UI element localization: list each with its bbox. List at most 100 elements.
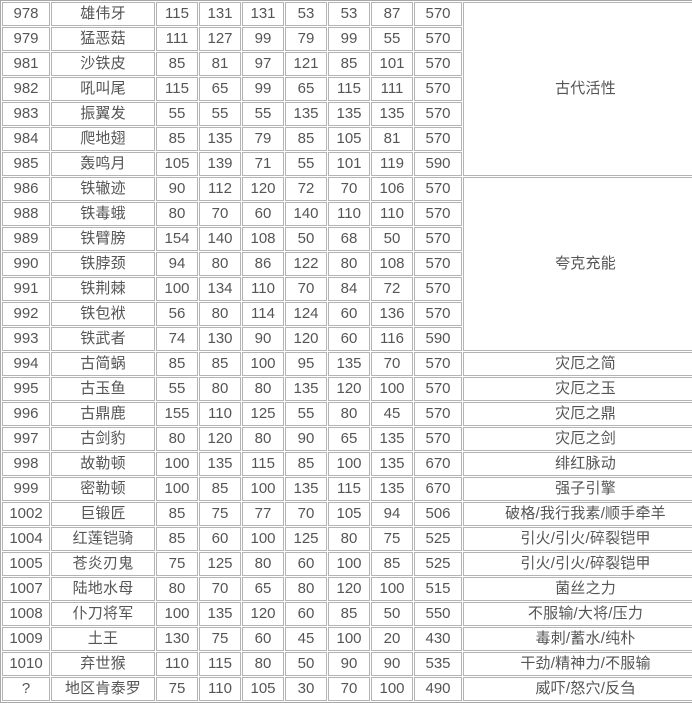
ability-cell: 威吓/怒穴/反刍 <box>463 677 692 701</box>
pokemon-number-cell: 1010 <box>2 652 50 676</box>
table-row: 995 古玉鱼 55 80 80 135 120 100 570 灾厄之玉 <box>2 377 692 401</box>
stat-total-cell: 490 <box>414 677 462 701</box>
stat-cell-defense: 100 <box>242 527 284 551</box>
table-row: 978 雄伟牙 115 131 131 53 53 87 570 古代活性 <box>2 2 692 176</box>
stat-cell-speed: 20 <box>371 627 413 651</box>
stat-cell-hp: 85 <box>156 352 198 376</box>
stat-cell-speed: 111 <box>371 77 413 101</box>
stat-cell-speed: 81 <box>371 127 413 151</box>
stat-cell-sp_defense: 53 <box>328 2 370 26</box>
stat-total-cell: 550 <box>414 602 462 626</box>
stat-total-cell: 570 <box>414 127 462 151</box>
stat-cell-sp_attack: 70 <box>285 502 327 526</box>
stat-total-cell: 570 <box>414 227 462 251</box>
pokemon-number-cell: 1004 <box>2 527 50 551</box>
pokemon-name-cell: 古简蜗 <box>51 352 155 376</box>
stat-cell-attack: 135 <box>199 127 241 151</box>
pokemon-name-cell: 故勒顿 <box>51 452 155 476</box>
stat-cell-sp_defense: 70 <box>328 677 370 701</box>
stat-cell-attack: 70 <box>199 202 241 226</box>
stat-cell-defense: 99 <box>242 27 284 51</box>
ability-cell: 灾厄之玉 <box>463 377 692 401</box>
ability-cell: 引火/引火/碎裂铠甲 <box>463 552 692 576</box>
stat-cell-attack: 60 <box>199 527 241 551</box>
stat-cell-sp_attack: 50 <box>285 227 327 251</box>
pokemon-name-cell: 巨锻匠 <box>51 502 155 526</box>
stat-cell-sp_attack: 80 <box>285 577 327 601</box>
ability-cell: 灾厄之剑 <box>463 427 692 451</box>
stat-total-cell: 590 <box>414 152 462 176</box>
stat-cell-attack: 110 <box>199 677 241 701</box>
stat-cell-speed: 72 <box>371 277 413 301</box>
stat-cell-sp_attack: 53 <box>285 2 327 26</box>
stat-cell-speed: 135 <box>371 452 413 476</box>
stat-cell-defense: 115 <box>242 452 284 476</box>
pokemon-name-cell: 铁武者 <box>51 327 155 351</box>
stat-cell-speed: 100 <box>371 377 413 401</box>
pokemon-name-cell: 吼叫尾 <box>51 77 155 101</box>
stat-cell-hp: 100 <box>156 602 198 626</box>
stat-cell-speed: 90 <box>371 652 413 676</box>
table-row: 996 古鼎鹿 155 110 125 55 80 45 570 灾厄之鼎 <box>2 402 692 426</box>
stat-cell-attack: 80 <box>199 302 241 326</box>
stat-cell-attack: 139 <box>199 152 241 176</box>
stat-cell-hp: 55 <box>156 102 198 126</box>
stat-total-cell: 670 <box>414 452 462 476</box>
pokemon-name-cell: 陆地水母 <box>51 577 155 601</box>
stat-cell-speed: 116 <box>371 327 413 351</box>
pokemon-name-cell: 猛恶菇 <box>51 27 155 51</box>
stat-cell-hp: 80 <box>156 577 198 601</box>
pokemon-number-cell: 1008 <box>2 602 50 626</box>
stat-cell-speed: 94 <box>371 502 413 526</box>
pokemon-number-cell: 993 <box>2 327 50 351</box>
stat-cell-defense: 100 <box>242 477 284 501</box>
stat-cell-sp_attack: 85 <box>285 452 327 476</box>
pokemon-number-cell: 984 <box>2 127 50 151</box>
stat-cell-speed: 110 <box>371 202 413 226</box>
ability-cell: 破格/我行我素/顺手牵羊 <box>463 502 692 526</box>
stat-cell-hp: 94 <box>156 252 198 276</box>
pokemon-number-cell: 985 <box>2 152 50 176</box>
stat-cell-sp_defense: 68 <box>328 227 370 251</box>
stat-cell-sp_attack: 72 <box>285 177 327 201</box>
pokemon-number-cell: 982 <box>2 77 50 101</box>
stat-cell-sp_attack: 85 <box>285 127 327 151</box>
table-body: 978 雄伟牙 115 131 131 53 53 87 570 古代活性 979 猛恶菇 111 127… <box>2 2 692 701</box>
stat-cell-hp: 110 <box>156 652 198 676</box>
pokemon-name-cell: 密勒顿 <box>51 477 155 501</box>
stat-cell-sp_attack: 95 <box>285 352 327 376</box>
stat-cell-speed: 100 <box>371 577 413 601</box>
stat-total-cell: 570 <box>414 202 462 226</box>
pokemon-name-cell: 雄伟牙 <box>51 2 155 26</box>
stat-cell-defense: 79 <box>242 127 284 151</box>
stat-total-cell: 570 <box>414 52 462 76</box>
ability-cell: 灾厄之鼎 <box>463 402 692 426</box>
stat-cell-hp: 80 <box>156 427 198 451</box>
stat-cell-sp_defense: 84 <box>328 277 370 301</box>
ability-cell: 灾厄之简 <box>463 352 692 376</box>
stat-cell-sp_attack: 60 <box>285 552 327 576</box>
pokemon-name-cell: 古玉鱼 <box>51 377 155 401</box>
table-row: 994 古简蜗 85 85 100 95 135 70 570 灾厄之简 <box>2 352 692 376</box>
stat-cell-sp_attack: 65 <box>285 77 327 101</box>
table-row: ? 地区肯泰罗 75 110 105 30 70 100 490 威吓/怒穴/反刍 <box>2 677 692 701</box>
stat-cell-hp: 80 <box>156 202 198 226</box>
stat-cell-hp: 100 <box>156 277 198 301</box>
pokemon-name-cell: 古剑豹 <box>51 427 155 451</box>
stat-cell-sp_attack: 122 <box>285 252 327 276</box>
stat-cell-hp: 56 <box>156 302 198 326</box>
stat-cell-hp: 105 <box>156 152 198 176</box>
pokemon-name-cell: 铁脖颈 <box>51 252 155 276</box>
stat-cell-sp_defense: 115 <box>328 77 370 101</box>
ability-cell: 毒刺/蓄水/纯朴 <box>463 627 692 651</box>
stat-cell-defense: 99 <box>242 77 284 101</box>
stat-cell-sp_attack: 135 <box>285 102 327 126</box>
stat-cell-hp: 75 <box>156 677 198 701</box>
stat-cell-hp: 100 <box>156 452 198 476</box>
stat-cell-speed: 106 <box>371 177 413 201</box>
pokemon-number-cell: 996 <box>2 402 50 426</box>
stat-cell-attack: 55 <box>199 102 241 126</box>
stat-cell-hp: 85 <box>156 502 198 526</box>
stat-cell-sp_defense: 65 <box>328 427 370 451</box>
stat-cell-sp_attack: 140 <box>285 202 327 226</box>
